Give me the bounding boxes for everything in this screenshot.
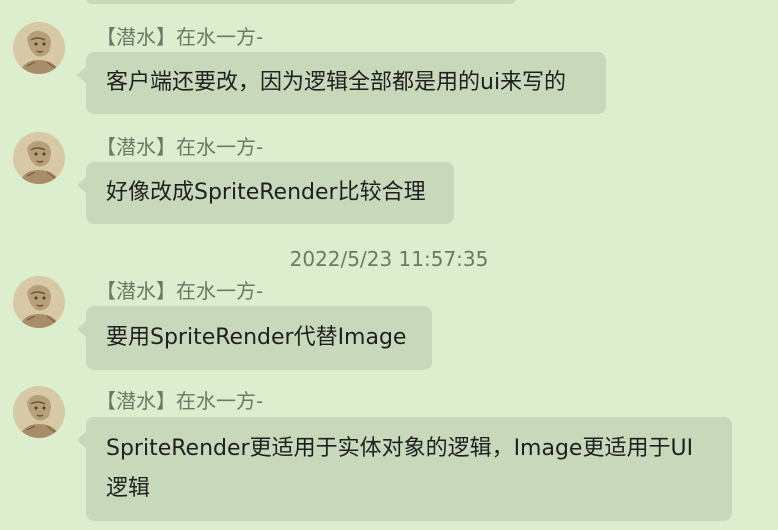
message-text: 客户端还要改，因为逻辑全部都是用的ui来写的 [106,70,567,95]
message-text: SpriteRender更适用于实体对象的逻辑，Image更适用于UI逻辑 [106,436,694,501]
sender-avatar[interactable] [13,132,65,184]
sketch-portrait-icon [13,276,65,328]
sender-name: 【潜水】在水一方- [96,135,264,159]
sender-avatar[interactable] [13,386,65,438]
previous-message-bubble[interactable] [86,0,516,4]
sketch-portrait-icon [13,386,65,438]
message-timestamp: 2022/5/23 11:57:35 [289,247,489,271]
sender-avatar[interactable] [13,276,65,328]
message-text: 要用SpriteRender代替Image [106,325,407,350]
sender-name: 【潜水】在水一方- [96,389,264,413]
message-bubble[interactable]: 客户端还要改，因为逻辑全部都是用的ui来写的 [77,52,606,114]
sketch-portrait-icon [13,22,65,74]
sender-name: 【潜水】在水一方- [96,279,264,303]
sketch-portrait-icon [13,132,65,184]
message-bubble[interactable]: SpriteRender更适用于实体对象的逻辑，Image更适用于UI逻辑 [77,417,732,521]
chat-area[interactable]: 【潜水】在水一方- 客户端还要改，因为逻辑全部都是用的ui来写的 【潜水】在水一… [0,0,778,530]
message-text: 好像改成SpriteRender比较合理 [106,180,426,205]
message-bubble[interactable]: 好像改成SpriteRender比较合理 [77,162,454,224]
sender-avatar[interactable] [13,22,65,74]
message-bubble[interactable]: 要用SpriteRender代替Image [77,306,432,370]
sender-name: 【潜水】在水一方- [96,25,264,49]
